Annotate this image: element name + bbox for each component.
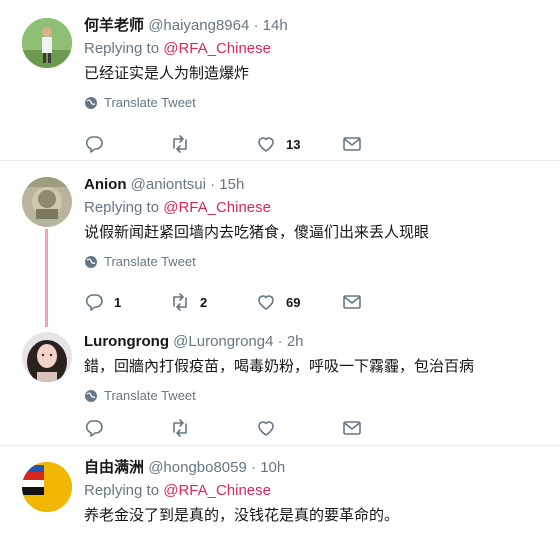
retweet-button[interactable] — [170, 134, 256, 154]
separator: · — [253, 17, 259, 34]
translate-tweet-link[interactable]: Translate Tweet — [84, 254, 550, 269]
separator: · — [210, 176, 216, 193]
avatar[interactable] — [22, 177, 72, 227]
translate-label[interactable]: Translate Tweet — [104, 254, 196, 269]
translate-label[interactable]: Translate Tweet — [104, 388, 196, 403]
translate-tweet-link[interactable]: Translate Tweet — [84, 388, 550, 403]
display-name[interactable]: Lurongrong — [84, 333, 169, 350]
user-handle[interactable]: @hongbo8059 — [148, 459, 247, 476]
globe-icon — [85, 389, 97, 402]
avatar-image — [22, 332, 72, 382]
like-icon — [258, 295, 274, 310]
reply-icon — [85, 420, 103, 437]
replying-to-label: Replying to — [84, 482, 160, 499]
avatar[interactable] — [22, 18, 72, 68]
reply-icon — [85, 136, 103, 153]
tweet-text: 说假新闻赶紧回墙内去吃猪食，傻逼们出来丢人现眼 — [84, 224, 430, 241]
retweet-button[interactable] — [170, 418, 256, 438]
tweet-feed: 何羊老师 @haiyang8964 · 14h Replying to @RFA… — [0, 0, 560, 534]
reply-button[interactable]: 1 — [84, 292, 170, 312]
avatar-image — [22, 18, 72, 68]
globe-icon — [85, 255, 97, 268]
timestamp[interactable]: 10h — [260, 459, 285, 476]
mention-link[interactable]: @RFA_Chinese — [163, 482, 271, 499]
like-count: 69 — [286, 294, 301, 310]
message-icon — [343, 295, 361, 309]
direct-message-button[interactable] — [342, 134, 428, 154]
globe-icon — [85, 96, 97, 109]
avatar[interactable] — [22, 332, 72, 382]
replying-to-label: Replying to — [84, 199, 160, 216]
like-icon — [258, 137, 274, 152]
tweet[interactable]: Lurongrong @Lurongrong4 · 2h 錯，回牆內打假疫苗，喝… — [0, 320, 560, 444]
like-count: 13 — [286, 136, 301, 152]
mention-link[interactable]: @RFA_Chinese — [163, 199, 271, 216]
timestamp[interactable]: 15h — [219, 176, 244, 193]
separator: · — [277, 333, 283, 350]
translate-tweet-link[interactable]: Translate Tweet — [84, 95, 550, 110]
replying-to: Replying to @RFA_Chinese — [84, 481, 550, 501]
user-handle[interactable]: @haiyang8964 — [148, 17, 249, 34]
display-name[interactable]: 自由满洲 — [84, 459, 144, 476]
tweet[interactable]: Anion @aniontsui · 15h Replying to @RFA_… — [0, 161, 560, 321]
reply-button[interactable] — [84, 134, 170, 154]
display-name[interactable]: Anion — [84, 176, 127, 193]
retweet-count: 2 — [200, 294, 208, 310]
tweet-header: 自由满洲 @hongbo8059 · 10h — [84, 458, 550, 478]
tweet[interactable]: 何羊老师 @haiyang8964 · 14h Replying to @RFA… — [0, 0, 560, 160]
replying-to: Replying to @RFA_Chinese — [84, 198, 550, 218]
message-icon — [343, 421, 361, 435]
reply-button[interactable] — [84, 418, 170, 438]
tweet-header: Anion @aniontsui · 15h — [84, 175, 550, 195]
avatar-image — [22, 177, 72, 227]
like-button[interactable] — [256, 418, 342, 438]
retweet-button[interactable]: 2 — [170, 292, 256, 312]
retweet-icon — [173, 419, 187, 437]
timestamp[interactable]: 14h — [263, 17, 288, 34]
avatar[interactable] — [22, 462, 72, 512]
reply-icon — [85, 294, 103, 311]
tweet-text: 錯，回牆內打假疫苗，喝毒奶粉，呼吸一下霧霾，包治百病 — [84, 358, 475, 375]
message-icon — [343, 137, 361, 151]
like-button[interactable]: 69 — [256, 292, 342, 312]
avatar-image — [22, 462, 72, 512]
like-icon — [258, 421, 274, 436]
tweet-header: 何羊老师 @haiyang8964 · 14h — [84, 16, 550, 36]
display-name[interactable]: 何羊老师 — [84, 17, 144, 34]
reply-count: 1 — [114, 294, 122, 310]
user-handle[interactable]: @Lurongrong4 — [173, 333, 273, 350]
like-button[interactable]: 13 — [256, 134, 342, 154]
tweet[interactable]: 自由满洲 @hongbo8059 · 10h Replying to @RFA_… — [0, 446, 560, 534]
tweet-header: Lurongrong @Lurongrong4 · 2h — [84, 332, 550, 352]
mention-link[interactable]: @RFA_Chinese — [163, 40, 271, 57]
timestamp[interactable]: 2h — [287, 333, 304, 350]
translate-label[interactable]: Translate Tweet — [104, 95, 196, 110]
replying-to: Replying to @RFA_Chinese — [84, 39, 550, 59]
retweet-icon — [173, 135, 187, 153]
direct-message-button[interactable] — [342, 418, 428, 438]
separator: · — [251, 459, 257, 476]
replying-to-label: Replying to — [84, 40, 160, 57]
tweet-text: 养老金没了到是真的，没钱花是真的要革命的。 — [84, 507, 400, 524]
user-handle[interactable]: @aniontsui — [131, 176, 206, 193]
tweet-text: 已经证实是人为制造爆炸 — [84, 65, 250, 82]
retweet-icon — [173, 293, 187, 311]
direct-message-button[interactable] — [342, 292, 428, 312]
